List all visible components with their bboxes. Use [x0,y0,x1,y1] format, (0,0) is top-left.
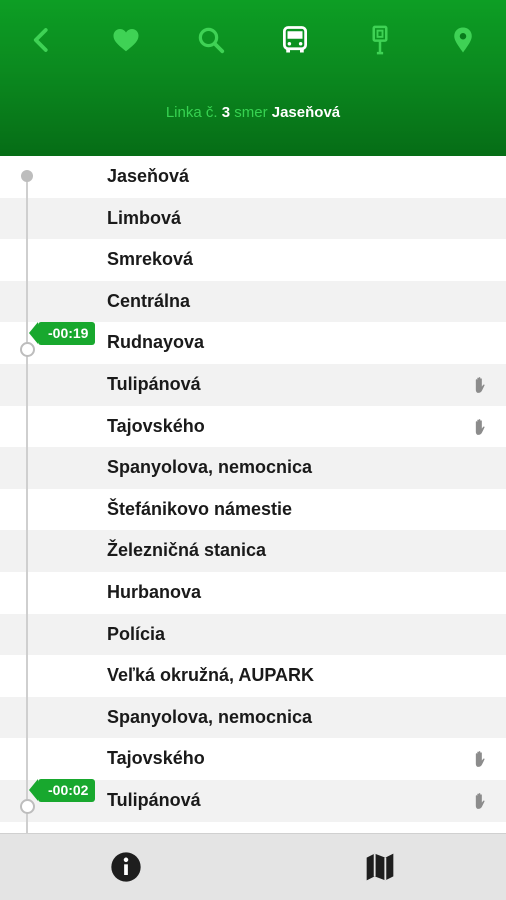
stop-row[interactable]: Hurbanova [0,571,506,614]
info-button[interactable] [109,850,143,884]
stop-name: Tulipánová [107,789,201,810]
stop-name: Spanyolova, nemocnica [107,706,313,727]
app-screen: Linka č. 3 smer Jaseňová Jaseňová Limbová… [0,0,506,900]
map-icon [366,853,394,881]
stop-list: Jaseňová Limbová Smreková Centrálna Rudnayov… [0,156,506,833]
search-button[interactable] [189,18,233,62]
line-prefix: Linka č. [165,104,218,121]
stop-row[interactable]: Smreková [0,239,506,281]
stop-row[interactable]: Tajovského [0,405,506,448]
request-stop-hand-icon [470,749,490,769]
stop-name: Spanyolova, nemocnica [107,457,313,478]
bus-icon [283,26,307,53]
stop-row[interactable]: Tulipánová [0,363,506,406]
vehicle-position-marker [19,341,35,357]
vehicle-delay-badge: -00:19 [28,321,96,345]
stop-row[interactable]: Polícia [0,613,506,656]
vehicle-position-marker [19,799,35,815]
bottom-bar [0,833,506,900]
location-button[interactable] [441,18,485,62]
stop-row[interactable]: Limbová [0,197,506,240]
toolbar [0,18,506,62]
stop-row[interactable]: Jaseňová [0,156,506,198]
stop-row[interactable]: Centrálna [0,280,506,323]
stop-name: Tajovského [107,415,205,436]
search-icon [198,27,225,54]
stop-name: Tulipánová [107,373,201,394]
stop-row[interactable]: Veľká okružná, AUPARK [0,655,506,697]
location-pin-icon [454,27,472,53]
bus-stop-icon [372,25,388,55]
stop-name: Tajovského [107,748,205,769]
back-button[interactable] [20,18,64,62]
request-stop-hand-icon [470,791,490,811]
stop-name: Železničná stanica [107,540,267,561]
stop-row[interactable]: Železničná stanica [0,530,506,572]
header: Linka č. 3 smer Jaseňová [0,0,506,156]
line-direction-title: Linka č. 3 smer Jaseňová [0,104,506,121]
stop-name: Centrálna [107,290,191,311]
stop-row[interactable]: Štefánikovo námestie [0,488,506,531]
vehicle-delay-badge: -00:02 [28,779,96,803]
route-timeline [26,175,28,835]
stops-button[interactable] [358,18,402,62]
line-destination: Jaseňová [271,104,341,121]
favorites-button[interactable] [104,18,148,62]
stop-name: Hurbanova [107,581,202,602]
stop-name: Limbová [107,207,182,228]
favorite-heart-icon [113,29,139,52]
stop-name: Smreková [107,249,194,270]
back-icon [33,28,48,52]
map-button[interactable] [363,850,397,884]
request-stop-hand-icon [470,417,490,437]
request-stop-hand-icon [470,375,490,395]
stop-name: Jaseňová [107,166,190,186]
route-start-dot [21,170,33,182]
line-number: 3 [221,104,231,121]
stop-row[interactable]: Spanyolova, nemocnica [0,447,506,489]
info-icon [111,852,141,882]
direction-label: smer [234,104,268,121]
stop-row[interactable]: Spanyolova, nemocnica [0,696,506,739]
stop-name: Polícia [107,623,166,644]
stop-row[interactable]: Tajovského [0,738,506,780]
lines-button[interactable] [273,18,317,62]
stop-name: Veľká okružná, AUPARK [107,665,314,686]
stop-row[interactable] [0,821,506,833]
stop-name: Štefánikovo námestie [107,498,293,519]
stop-name: Rudnayova [107,332,205,353]
